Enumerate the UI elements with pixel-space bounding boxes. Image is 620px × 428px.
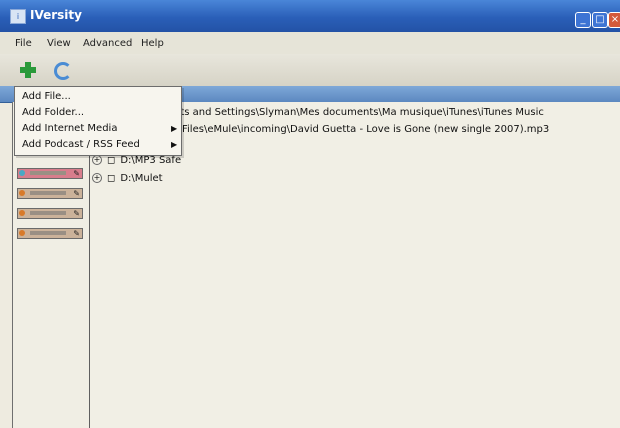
sidebar-item[interactable]: ✎ (17, 208, 83, 219)
app-icon: i (10, 9, 26, 24)
sidebar-item[interactable]: ✎ (17, 228, 83, 239)
menu-bar: File View Advanced Help (0, 32, 620, 54)
edit-icon[interactable]: ✎ (73, 229, 80, 238)
menu-add-folder[interactable]: Add Folder... (22, 107, 84, 118)
submenu-arrow-icon: ▶ (171, 124, 178, 133)
menu-add-file[interactable]: Add File... (22, 91, 71, 102)
submenu-arrow-icon: ▶ (171, 140, 178, 149)
close-button[interactable]: × (608, 12, 620, 28)
minimize-button[interactable]: _ (575, 12, 591, 28)
edit-icon[interactable]: ✎ (73, 169, 80, 178)
menu-add-internet-media[interactable]: Add Internet Media (22, 123, 117, 134)
add-icon[interactable] (18, 60, 38, 80)
tree-label: D:\Mulet (120, 173, 163, 184)
menu-advanced[interactable]: Advanced (83, 38, 132, 49)
window-title: IVersity (30, 8, 82, 22)
path-line-2[interactable]: Files\eMule\incoming\David Guetta - Love… (182, 124, 549, 135)
menu-add-podcast-rss-feed[interactable]: Add Podcast / RSS Feed (22, 139, 140, 150)
drive-icon: ◻ (107, 173, 116, 184)
tree-row[interactable]: + ◻ D:\Mulet (92, 173, 163, 184)
tree-label: D:\MP3 Safe (120, 155, 182, 166)
menu-file[interactable]: File (15, 38, 32, 49)
sidebar-item[interactable]: ✎ (17, 168, 83, 179)
tree-row[interactable]: + ◻ D:\MP3 Safe (92, 155, 181, 166)
toolbar (0, 54, 620, 86)
file-dropdown-menu: Add File... Add Folder... Add Internet M… (14, 86, 182, 156)
path-line-1[interactable]: nts and Settings\Slyman\Mes documents\Ma… (174, 107, 544, 118)
drive-icon: ◻ (107, 155, 116, 166)
edit-icon[interactable]: ✎ (73, 189, 80, 198)
app-window: i IVersity _ □ × File View Advanced Help… (0, 0, 620, 428)
title-bar[interactable]: i IVersity _ □ × (0, 0, 620, 32)
expand-icon[interactable]: + (92, 155, 102, 165)
refresh-icon[interactable] (52, 60, 72, 80)
menu-view[interactable]: View (47, 38, 71, 49)
maximize-button[interactable]: □ (592, 12, 608, 28)
expand-icon[interactable]: + (92, 173, 102, 183)
menu-help[interactable]: Help (141, 38, 164, 49)
edit-icon[interactable]: ✎ (73, 209, 80, 218)
sidebar-item[interactable]: ✎ (17, 188, 83, 199)
